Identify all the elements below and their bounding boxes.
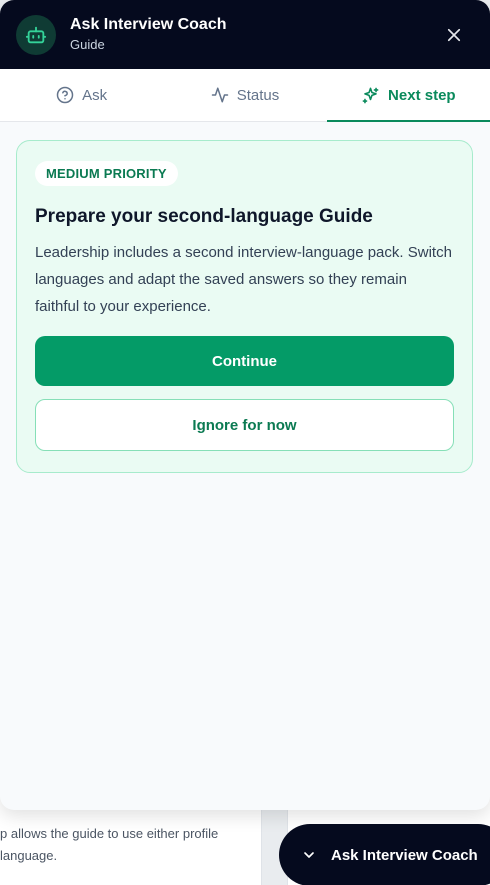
ask-coach-toggle-button[interactable]: Ask Interview Coach [279,824,490,885]
background-text: p allows the guide to use either profile… [0,826,219,863]
ignore-button[interactable]: Ignore for now [35,399,454,451]
tab-next-step[interactable]: Next step [326,69,490,122]
close-icon [447,28,461,42]
sparkle-icon [362,87,379,103]
tab-next-step-label: Next step [388,86,456,104]
close-button[interactable] [442,23,466,47]
tab-ask[interactable]: Ask [0,69,163,121]
tab-ask-label: Ask [82,86,108,104]
card-title: Prepare your second-language Guide [35,206,373,227]
continue-button[interactable]: Continue [35,336,454,386]
card-description: Leadership includes a second interview-l… [35,244,452,315]
priority-badge: MEDIUM PRIORITY [35,161,178,186]
header-text: Ask Interview Coach Guide [70,15,227,55]
tab-status[interactable]: Status [163,69,326,121]
tab-status-label: Status [236,86,280,104]
tab-bar: Ask Status Next step [0,69,490,122]
next-step-card: MEDIUM PRIORITY Prepare your second-lang… [16,140,473,473]
ask-coach-toggle-label: Ask Interview Coach [331,846,478,864]
bot-icon [25,26,47,43]
panel-subtitle: Guide [70,36,105,52]
activity-icon [211,87,228,103]
bot-avatar [16,14,56,55]
chevron-down-icon [304,852,314,858]
panel-header: Ask Interview Coach Guide [0,0,490,69]
assistant-panel: Ask Interview Coach Guide Ask Status Nex… [0,0,490,810]
panel-title: Ask Interview Coach [70,15,227,33]
help-circle-icon [56,86,74,104]
